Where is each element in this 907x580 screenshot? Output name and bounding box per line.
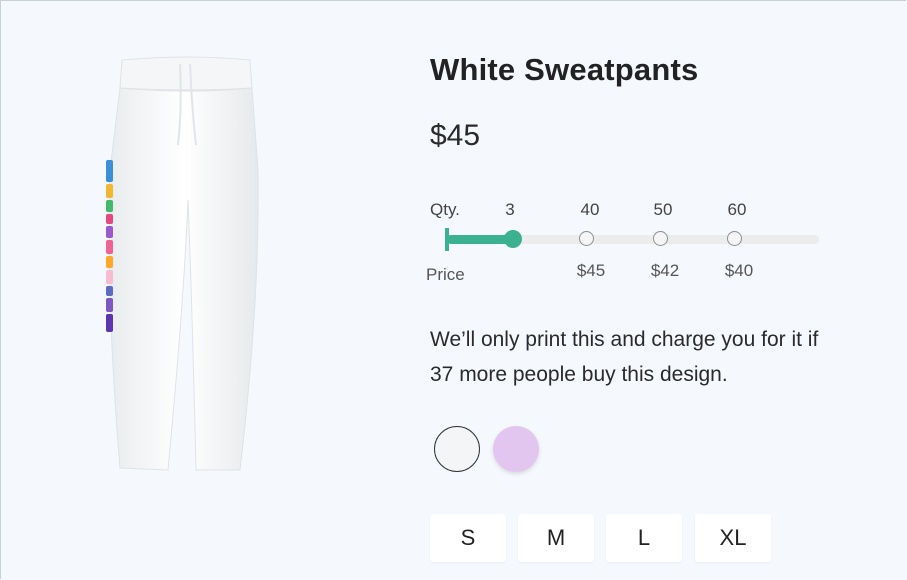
- tier-marker: [653, 231, 668, 246]
- campaign-description: We’ll only print this and charge you for…: [430, 328, 819, 386]
- progress-start-marker: [445, 228, 449, 251]
- size-button-m[interactable]: M: [518, 514, 594, 562]
- tier-marker: [727, 231, 742, 246]
- color-swatch-lilac[interactable]: [493, 426, 539, 472]
- color-swatch-white[interactable]: [434, 426, 480, 472]
- progress-thumb: [504, 230, 522, 248]
- tier-price: $40: [724, 261, 754, 280]
- sweatpants-image: [106, 56, 259, 471]
- qty-label: Qty.: [430, 200, 460, 219]
- size-button-s[interactable]: S: [430, 514, 506, 562]
- tier-qty: 50: [653, 200, 673, 219]
- tier-qty: 40: [580, 200, 600, 219]
- tier-price: $45: [576, 261, 606, 280]
- price-label: Price: [426, 265, 465, 284]
- size-button-xl[interactable]: XL: [695, 514, 771, 562]
- tier-price: $42: [650, 261, 680, 280]
- product-title: White Sweatpants: [430, 52, 699, 87]
- tier-marker: [579, 231, 594, 246]
- tier-qty: 60: [727, 200, 747, 219]
- size-button-l[interactable]: L: [606, 514, 682, 562]
- current-qty: 3: [505, 200, 515, 219]
- product-price: $45: [430, 119, 481, 152]
